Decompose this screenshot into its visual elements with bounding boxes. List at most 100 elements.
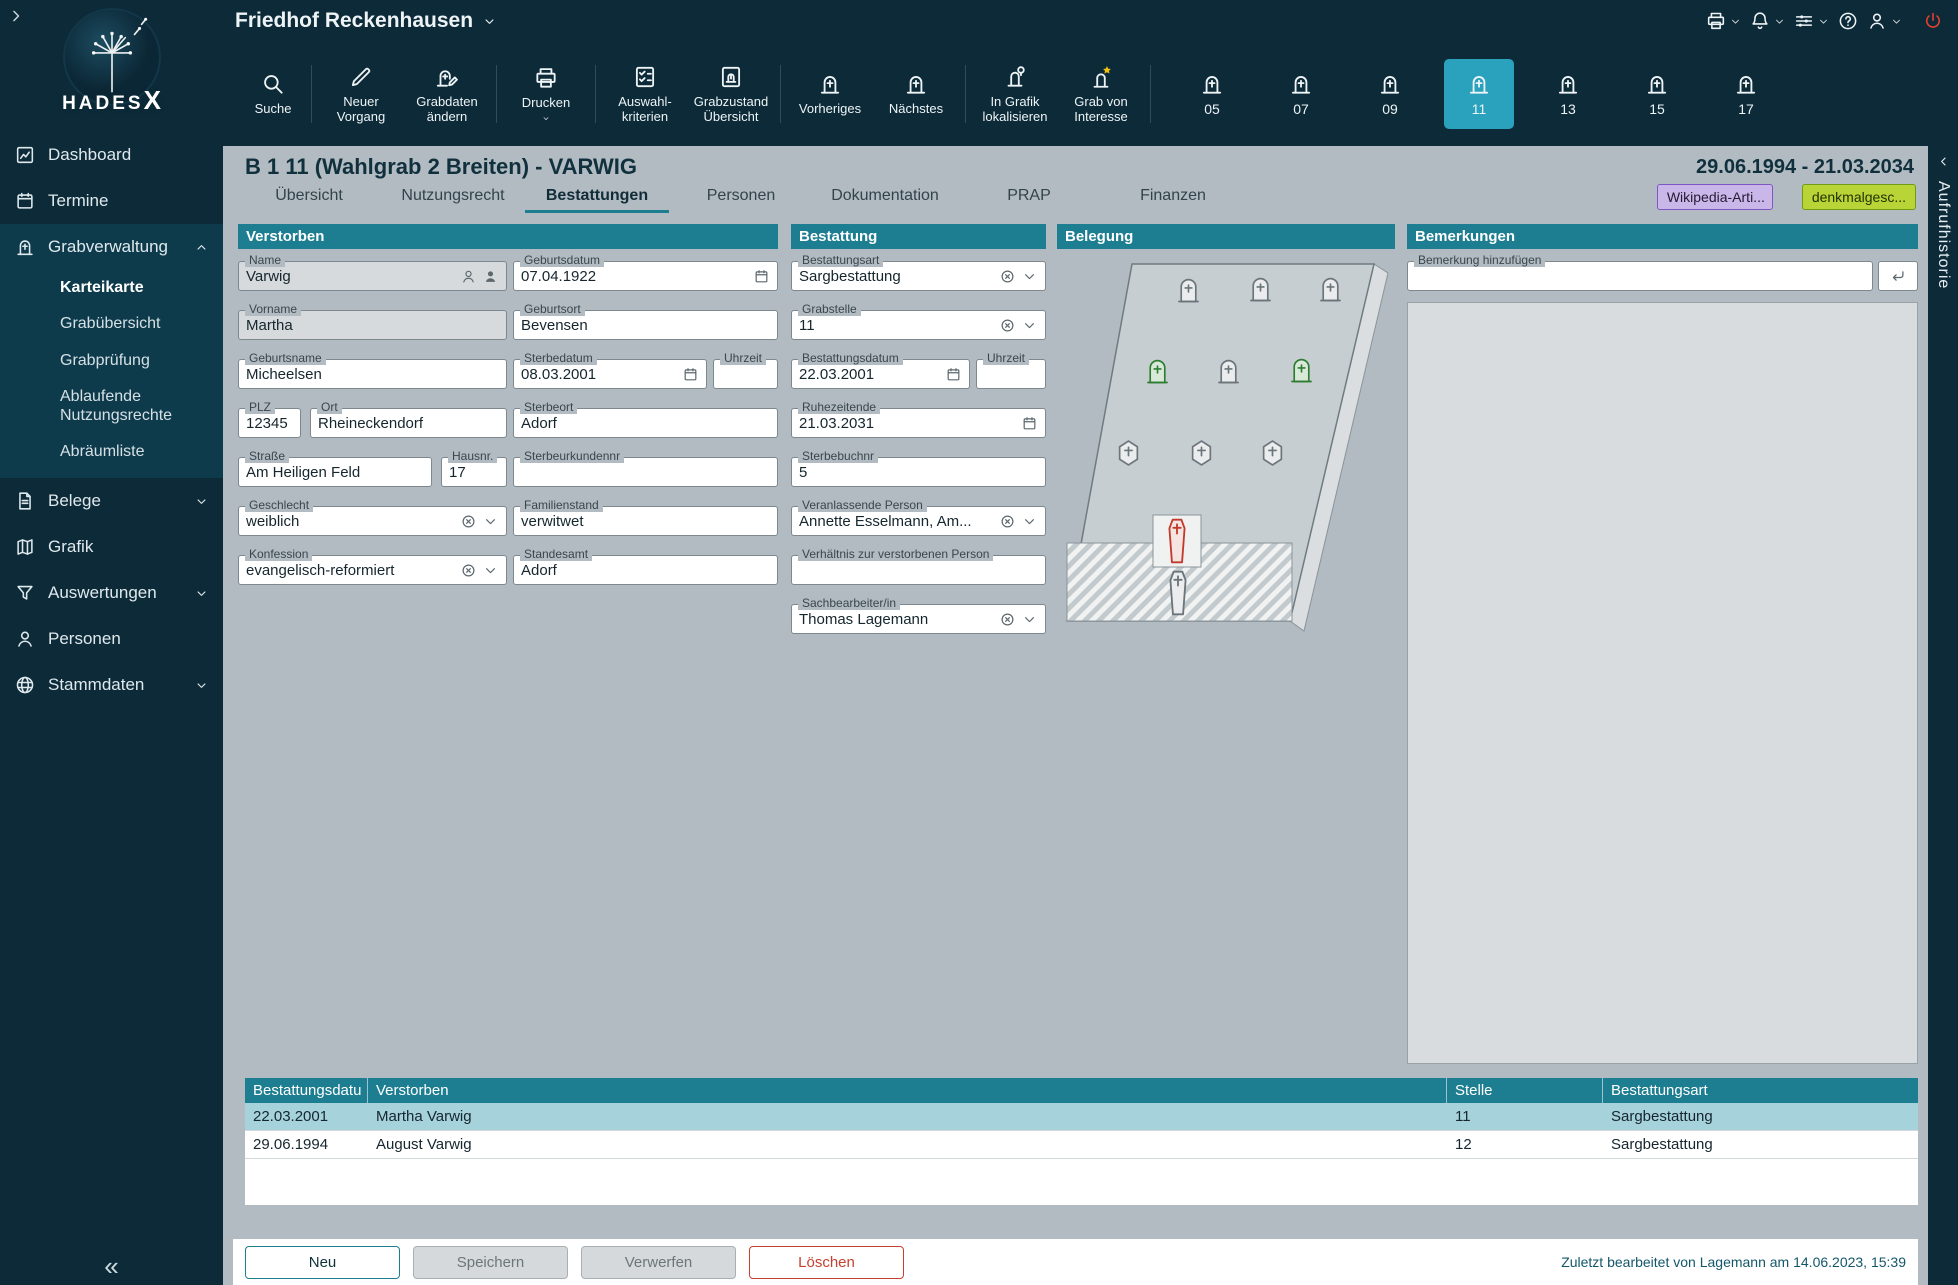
calendar-icon[interactable] bbox=[682, 366, 699, 383]
standesamt-field[interactable]: Standesamt Adorf bbox=[513, 547, 778, 585]
toolbar-grabdaten-aendern[interactable]: Grabdaten ändern bbox=[404, 60, 490, 128]
history-expand-icon[interactable] bbox=[1936, 154, 1951, 169]
sidebar-item-grabverwaltung[interactable]: Grabverwaltung bbox=[0, 224, 223, 270]
print-menu-button[interactable] bbox=[1705, 10, 1742, 32]
sidebar-item-grabuebersicht[interactable]: Grabübersicht bbox=[0, 306, 223, 342]
sterbeort-field[interactable]: Sterbeort Adorf bbox=[513, 400, 778, 438]
hausnr-field[interactable]: Hausnr. 17 bbox=[441, 449, 507, 487]
clear-icon[interactable] bbox=[999, 268, 1016, 285]
table-row[interactable]: 22.03.2001 Martha Varwig 11 Sargbestattu… bbox=[245, 1103, 1918, 1131]
person-link-icon[interactable] bbox=[482, 268, 499, 285]
toolbar-suche[interactable]: Suche bbox=[241, 67, 305, 121]
calendar-icon[interactable] bbox=[753, 268, 770, 285]
tab-nutzungsrecht[interactable]: Nutzungsrecht bbox=[381, 181, 525, 213]
ort-field[interactable]: Ort Rheineckendorf bbox=[310, 400, 507, 438]
grave-tab-13[interactable]: 13 bbox=[1533, 59, 1603, 129]
sterbedatum-field[interactable]: Sterbedatum 08.03.2001 bbox=[513, 351, 707, 389]
toolbar-grabzustand-uebersicht[interactable]: Grabzustand Übersicht bbox=[688, 60, 774, 128]
sidebar-item-stammdaten[interactable]: Stammdaten bbox=[0, 662, 223, 708]
chevron-down-icon[interactable] bbox=[482, 562, 499, 579]
grave-tab-11[interactable]: 11 bbox=[1444, 59, 1514, 129]
geschlecht-select[interactable]: Geschlecht weiblich bbox=[238, 498, 507, 536]
bemerkung-input[interactable]: Bemerkung hinzufügen bbox=[1407, 253, 1873, 291]
toolbar-naechstes[interactable]: Nächstes bbox=[873, 67, 959, 121]
chevron-down-icon[interactable] bbox=[1021, 268, 1038, 285]
sidebar-expand-icon[interactable] bbox=[6, 6, 26, 26]
sidebar-item-abraeumliste[interactable]: Abräumliste bbox=[0, 434, 223, 470]
settings-button[interactable] bbox=[1793, 10, 1830, 32]
grabstelle-select[interactable]: Grabstelle 11 bbox=[791, 302, 1046, 340]
cemetery-selector[interactable]: Friedhof Reckenhausen bbox=[235, 9, 497, 33]
grave-tab-07[interactable]: 07 bbox=[1266, 59, 1336, 129]
plz-field[interactable]: PLZ 12345 bbox=[238, 400, 301, 438]
wikipedia-article-badge[interactable]: Wikipedia-Arti... bbox=[1656, 184, 1773, 210]
clear-icon[interactable] bbox=[460, 562, 477, 579]
toolbar-auswahlkriterien[interactable]: Auswahl-kriterien bbox=[602, 60, 688, 128]
tab-prap[interactable]: PRAP bbox=[957, 181, 1101, 213]
tab-uebersicht[interactable]: Übersicht bbox=[237, 181, 381, 213]
geburtsdatum-field[interactable]: Geburtsdatum 07.04.1922 bbox=[513, 253, 778, 291]
bestattungsdatum-field[interactable]: Bestattungsdatum 22.03.2001 bbox=[791, 351, 970, 389]
chevron-down-icon[interactable] bbox=[1021, 513, 1038, 530]
notifications-button[interactable] bbox=[1749, 10, 1786, 32]
grave-tab-09[interactable]: 09 bbox=[1355, 59, 1425, 129]
sidebar-item-karteikarte[interactable]: Karteikarte bbox=[0, 270, 223, 306]
calendar-icon[interactable] bbox=[1021, 415, 1038, 432]
neu-button[interactable]: Neu bbox=[245, 1245, 400, 1279]
chevron-down-icon[interactable] bbox=[1021, 317, 1038, 334]
toolbar-neuer-vorgang[interactable]: Neuer Vorgang bbox=[318, 60, 404, 128]
verhaeltnis-field[interactable]: Verhältnis zur verstorbenen Person bbox=[791, 547, 1046, 585]
column-header-bestattungsdatum[interactable]: Bestattungsdatu bbox=[245, 1078, 368, 1103]
tab-bestattungen[interactable]: Bestattungen bbox=[525, 181, 669, 213]
person-icon[interactable] bbox=[460, 268, 477, 285]
sidebar-item-auswertungen[interactable]: Auswertungen bbox=[0, 570, 223, 616]
loeschen-button[interactable]: Löschen bbox=[749, 1245, 904, 1279]
veranlassende-person-select[interactable]: Veranlassende Person Annette Esselmann, … bbox=[791, 498, 1046, 536]
toolbar-drucken[interactable]: Drucken bbox=[503, 61, 589, 127]
sachbearbeiter-select[interactable]: Sachbearbeiter/in Thomas Lagemann bbox=[791, 596, 1046, 634]
help-button[interactable] bbox=[1837, 10, 1859, 32]
verwerfen-button[interactable]: Verwerfen bbox=[581, 1245, 736, 1279]
ruhezeitende-field[interactable]: Ruhezeitende 21.03.2031 bbox=[791, 400, 1046, 438]
sterbebuchnr-field[interactable]: Sterbebuchnr 5 bbox=[791, 449, 1046, 487]
sidebar-item-grabpruefung[interactable]: Grabprüfung bbox=[0, 343, 223, 379]
sidebar-item-grafik[interactable]: Grafik bbox=[0, 524, 223, 570]
user-menu-button[interactable] bbox=[1866, 10, 1903, 32]
name-field[interactable]: Name Varwig bbox=[238, 253, 507, 291]
sidebar-item-belege[interactable]: Belege bbox=[0, 478, 223, 524]
toolbar-vorheriges[interactable]: Vorheriges bbox=[787, 67, 873, 121]
toolbar-grab-von-interesse[interactable]: Grab von Interesse bbox=[1058, 60, 1144, 128]
calendar-icon[interactable] bbox=[945, 366, 962, 383]
sterbeurkundennr-field[interactable]: Sterbeurkundennr bbox=[513, 449, 778, 487]
grave-tab-15[interactable]: 15 bbox=[1622, 59, 1692, 129]
strasse-field[interactable]: Straße Am Heiligen Feld bbox=[238, 449, 432, 487]
geburtsname-field[interactable]: Geburtsname Micheelsen bbox=[238, 351, 507, 389]
column-header-bestattungsart[interactable]: Bestattungsart bbox=[1603, 1078, 1918, 1103]
clear-icon[interactable] bbox=[999, 317, 1016, 334]
tab-finanzen[interactable]: Finanzen bbox=[1101, 181, 1245, 213]
konfession-select[interactable]: Konfession evangelisch-reformiert bbox=[238, 547, 507, 585]
speichern-button[interactable]: Speichern bbox=[413, 1245, 568, 1279]
sidebar-item-ablaufende-nutzungsrechte[interactable]: Ablaufende Nutzungsrechte bbox=[0, 379, 223, 434]
grave-tab-17[interactable]: 17 bbox=[1711, 59, 1781, 129]
column-header-verstorben[interactable]: Verstorben bbox=[368, 1078, 1447, 1103]
toolbar-in-grafik-lokalisieren[interactable]: In Grafik lokalisieren bbox=[972, 60, 1058, 128]
tab-dokumentation[interactable]: Dokumentation bbox=[813, 181, 957, 213]
chevron-down-icon[interactable] bbox=[1021, 611, 1038, 628]
vorname-field[interactable]: Vorname Martha bbox=[238, 302, 507, 340]
history-panel-title[interactable]: Aufrufhistorie bbox=[1934, 181, 1952, 289]
clear-icon[interactable] bbox=[460, 513, 477, 530]
logout-button[interactable] bbox=[1922, 10, 1944, 32]
table-row[interactable]: 29.06.1994 August Varwig 12 Sargbestattu… bbox=[245, 1131, 1918, 1159]
clear-icon[interactable] bbox=[999, 611, 1016, 628]
familienstand-field[interactable]: Familienstand verwitwet bbox=[513, 498, 778, 536]
sterbe-uhrzeit-field[interactable]: Uhrzeit bbox=[713, 351, 778, 389]
sidebar-item-dashboard[interactable]: Dashboard bbox=[0, 132, 223, 178]
sidebar-item-personen[interactable]: Personen bbox=[0, 616, 223, 662]
denkmalschutz-badge[interactable]: denkmalgesc... bbox=[1801, 184, 1916, 210]
column-header-stelle[interactable]: Stelle bbox=[1447, 1078, 1603, 1103]
tab-personen[interactable]: Personen bbox=[669, 181, 813, 213]
geburtsort-field[interactable]: Geburtsort Bevensen bbox=[513, 302, 778, 340]
sidebar-collapse-button[interactable]: « bbox=[0, 1253, 223, 1279]
clear-icon[interactable] bbox=[999, 513, 1016, 530]
